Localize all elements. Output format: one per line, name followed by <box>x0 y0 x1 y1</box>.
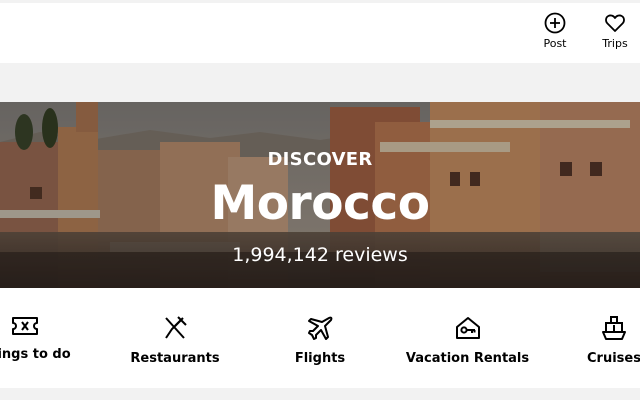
hero-banner[interactable]: DISCOVER Morocco 1,994,142 reviews <box>0 102 640 288</box>
house-key-icon <box>455 317 480 339</box>
category-restaurants[interactable]: Restaurants <box>115 314 235 374</box>
header-separator-band <box>0 63 640 102</box>
trips-button[interactable]: Trips <box>597 12 633 50</box>
hero-kicker: DISCOVER <box>267 149 373 170</box>
category-label: Vacation Rentals <box>405 351 530 366</box>
category-label: Restaurants <box>130 351 220 366</box>
category-flights[interactable]: Flights <box>270 314 370 374</box>
fork-knife-icon <box>165 316 187 339</box>
plus-circle-icon <box>544 12 566 34</box>
heart-icon <box>605 14 625 32</box>
category-label: Cruises <box>587 351 640 366</box>
trips-label: Trips <box>602 37 628 50</box>
app-header: Post Trips <box>0 3 640 63</box>
post-button[interactable]: Post <box>536 12 574 50</box>
cruise-ship-icon <box>602 316 626 340</box>
category-things-to-do[interactable]: Things to do <box>0 314 90 374</box>
bottom-separator-band <box>0 388 640 400</box>
review-count: 1,994,142 reviews <box>232 244 408 266</box>
category-vacation-rentals[interactable]: Vacation Rentals <box>405 314 530 374</box>
destination-title: Morocco <box>210 176 430 231</box>
category-label: Flights <box>294 351 346 366</box>
ticket-icon <box>12 317 38 335</box>
category-label: Things to do <box>0 347 71 362</box>
airplane-icon <box>308 316 333 340</box>
post-label: Post <box>543 37 567 50</box>
category-row: Things to do Restaurants Flights Vacatio… <box>0 288 640 388</box>
hero-text-overlay: DISCOVER Morocco 1,994,142 reviews <box>0 102 640 288</box>
category-cruises[interactable]: Cruises <box>580 314 640 374</box>
